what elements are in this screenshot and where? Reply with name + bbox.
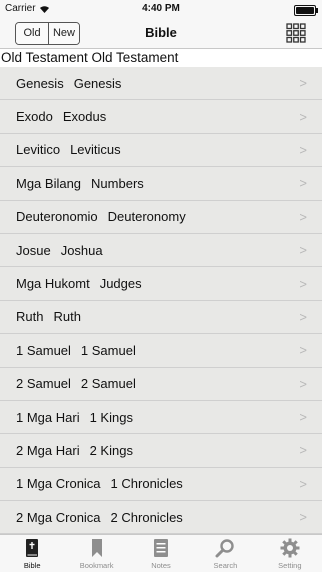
book-name-english: Exodus bbox=[62, 109, 107, 125]
book-name-english: Judges bbox=[99, 276, 142, 292]
book-name-local: 2 Mga Hari bbox=[16, 442, 80, 458]
chevron-right-icon: > bbox=[299, 442, 307, 458]
tab-label: Setting bbox=[278, 561, 302, 570]
book-name-local: 1 Samuel bbox=[16, 342, 71, 358]
notes-icon bbox=[154, 539, 169, 557]
chevron-right-icon: > bbox=[299, 409, 307, 425]
book-row[interactable]: Ruth Ruth > bbox=[0, 301, 322, 335]
chevron-right-icon: > bbox=[299, 209, 307, 225]
tab-label: Bible bbox=[23, 561, 41, 570]
book-name-local: Ruth bbox=[16, 309, 44, 325]
book-name-english: 2 Chronicles bbox=[110, 509, 183, 525]
tab-bar: Bible Bookmark Notes Search Setting bbox=[0, 534, 322, 572]
book-name-english: Leviticus bbox=[70, 142, 121, 158]
book-name-local: 2 Mga Cronica bbox=[16, 509, 101, 525]
book-row[interactable]: 2 Samuel 2 Samuel > bbox=[0, 368, 322, 401]
book-row[interactable]: Josue Joshua > bbox=[0, 234, 322, 268]
chevron-right-icon: > bbox=[299, 509, 307, 525]
chevron-right-icon: > bbox=[299, 376, 307, 392]
book-name-local: Genesis bbox=[16, 75, 64, 91]
book-row[interactable]: 1 Samuel 1 Samuel > bbox=[0, 334, 322, 368]
book-name-english: 2 Samuel bbox=[80, 376, 136, 392]
book-name-english: Genesis bbox=[73, 75, 122, 91]
book-row[interactable]: 2 Mga Hari 2 Kings > bbox=[0, 434, 322, 468]
book-row[interactable]: Genesis Genesis > bbox=[0, 67, 322, 101]
book-name-local: 1 Mga Hari bbox=[16, 409, 80, 425]
grid-view-icon[interactable] bbox=[286, 23, 306, 43]
chevron-right-icon: > bbox=[299, 476, 307, 492]
book-name-local: 1 Mga Cronica bbox=[16, 476, 101, 492]
tab-search[interactable]: Search bbox=[193, 535, 257, 572]
book-name-english: Deuteronomy bbox=[107, 209, 186, 225]
book-name-english: Numbers bbox=[91, 175, 144, 191]
book-name-local: 2 Samuel bbox=[16, 376, 71, 392]
bookmark-icon bbox=[91, 539, 102, 557]
tab-notes[interactable]: Notes bbox=[129, 535, 193, 572]
chevron-right-icon: > bbox=[299, 276, 307, 292]
book-name-local: Mga Hukomt bbox=[16, 276, 90, 292]
book-list[interactable]: Genesis Genesis > Exodo Exodus > Levitico Levit… bbox=[0, 67, 322, 535]
book-row[interactable]: Deuteronomio Deuteronomy > bbox=[0, 201, 322, 234]
tab-setting[interactable]: Setting bbox=[258, 535, 322, 572]
section-header: Old Testament Old Testament bbox=[0, 49, 322, 67]
chevron-right-icon: > bbox=[299, 75, 307, 91]
chevron-right-icon: > bbox=[299, 309, 307, 325]
book-name-local: Mga Bilang bbox=[16, 175, 82, 191]
page-title: Bible bbox=[145, 25, 177, 40]
status-time: 4:40 PM bbox=[142, 3, 180, 14]
book-name-english: Ruth bbox=[53, 309, 81, 325]
chevron-right-icon: > bbox=[299, 242, 307, 258]
book-name-local: Deuteronomio bbox=[16, 209, 98, 225]
tab-label: Notes bbox=[151, 561, 171, 570]
book-name-english: 1 Kings bbox=[89, 409, 133, 425]
book-row[interactable]: 1 Mga Cronica 1 Chronicles > bbox=[0, 468, 322, 502]
book-row[interactable]: Levitico Leviticus > bbox=[0, 134, 322, 168]
gear-icon bbox=[280, 538, 300, 558]
battery-icon bbox=[294, 5, 318, 16]
tab-label: Search bbox=[213, 561, 238, 570]
chevron-right-icon: > bbox=[299, 142, 307, 158]
chevron-right-icon: > bbox=[299, 342, 307, 358]
book-name-english: 1 Chronicles bbox=[110, 476, 183, 492]
book-name-local: Exodo bbox=[16, 109, 53, 125]
book-row[interactable]: Exodo Exodus > bbox=[0, 100, 322, 134]
chevron-right-icon: > bbox=[299, 175, 307, 191]
chevron-right-icon: > bbox=[299, 109, 307, 125]
status-bar: Carrier 4:40 PM bbox=[0, 0, 322, 20]
tab-bookmark[interactable]: Bookmark bbox=[64, 535, 128, 572]
book-row[interactable]: 2 Mga Cronica 2 Chronicles > bbox=[0, 501, 322, 535]
book-row[interactable]: Mga Hukomt Judges > bbox=[0, 267, 322, 301]
tab-bible[interactable]: Bible bbox=[0, 535, 64, 572]
bible-book-icon bbox=[26, 539, 39, 557]
book-row[interactable]: 1 Mga Hari 1 Kings > bbox=[0, 401, 322, 435]
tab-label: Bookmark bbox=[79, 561, 114, 570]
book-name-english: 2 Kings bbox=[89, 442, 133, 458]
navigation-bar: Old New Bible bbox=[0, 20, 322, 49]
book-name-english: 1 Samuel bbox=[80, 342, 136, 358]
search-icon bbox=[215, 539, 235, 558]
book-name-local: Levitico bbox=[16, 142, 61, 158]
book-name-local: Josue bbox=[16, 242, 51, 258]
book-row[interactable]: Mga Bilang Numbers > bbox=[0, 167, 322, 201]
book-name-english: Joshua bbox=[60, 242, 103, 258]
